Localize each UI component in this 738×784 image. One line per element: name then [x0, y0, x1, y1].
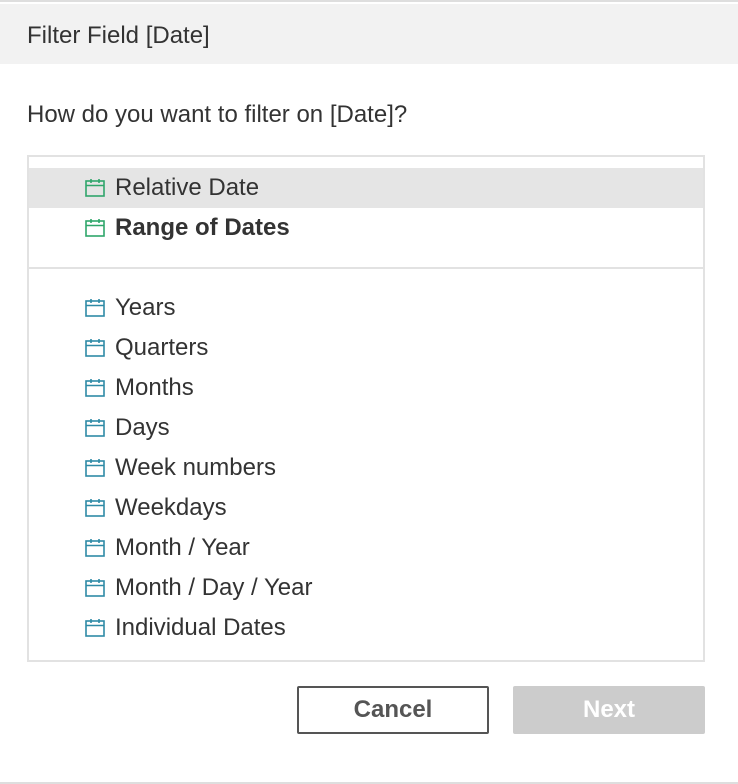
filter-option-label: Relative Date — [115, 174, 260, 201]
filter-option-label: Range of Dates — [115, 214, 290, 241]
calendar-icon — [85, 498, 105, 518]
calendar-icon — [85, 578, 105, 598]
filter-option-label: Week numbers — [115, 454, 276, 481]
filter-option-label: Quarters — [115, 334, 209, 361]
filter-option-months[interactable]: Months — [29, 368, 703, 408]
filter-option-month-day-year[interactable]: Month / Day / Year — [29, 568, 703, 608]
filter-option-label: Days — [115, 414, 170, 441]
filter-option-label: Individual Dates — [115, 614, 286, 641]
calendar-icon — [85, 218, 105, 238]
calendar-icon — [85, 298, 105, 318]
filter-option-quarters[interactable]: Quarters — [29, 328, 703, 368]
filter-option-label: Weekdays — [115, 494, 227, 521]
filter-dialog: Filter Field [Date] How do you want to f… — [0, 0, 738, 784]
calendar-icon — [85, 538, 105, 558]
calendar-icon — [85, 418, 105, 438]
calendar-icon — [85, 338, 105, 358]
filter-option-label: Months — [115, 374, 194, 401]
dialog-title: Filter Field [Date] — [27, 22, 210, 49]
filter-option-years[interactable]: Years — [29, 288, 703, 328]
filter-option-week-numbers[interactable]: Week numbers — [29, 448, 703, 488]
calendar-icon — [85, 618, 105, 638]
filter-question: How do you want to filter on [Date]? — [27, 101, 408, 128]
calendar-icon — [85, 458, 105, 478]
filter-option-label: Month / Year — [115, 534, 250, 561]
filter-option-range-of-dates[interactable]: Range of Dates — [29, 208, 703, 248]
filter-option-days[interactable]: Days — [29, 408, 703, 448]
filter-option-label: Years — [115, 294, 176, 321]
next-button[interactable]: Next — [513, 686, 705, 734]
filter-option-month-year[interactable]: Month / Year — [29, 528, 703, 568]
filter-option-label: Month / Day / Year — [115, 574, 313, 601]
filter-option-weekdays[interactable]: Weekdays — [29, 488, 703, 528]
cancel-button[interactable]: Cancel — [297, 686, 489, 734]
calendar-icon — [85, 178, 105, 198]
filter-type-list: Relative Date Range of Dates Years Quarters… — [27, 155, 705, 662]
filter-option-individual-dates[interactable]: Individual Dates — [29, 608, 703, 648]
filter-option-relative-date[interactable]: Relative Date — [29, 168, 703, 208]
dialog-titlebar: Filter Field [Date] — [0, 4, 738, 64]
list-separator — [29, 267, 703, 269]
calendar-icon — [85, 378, 105, 398]
